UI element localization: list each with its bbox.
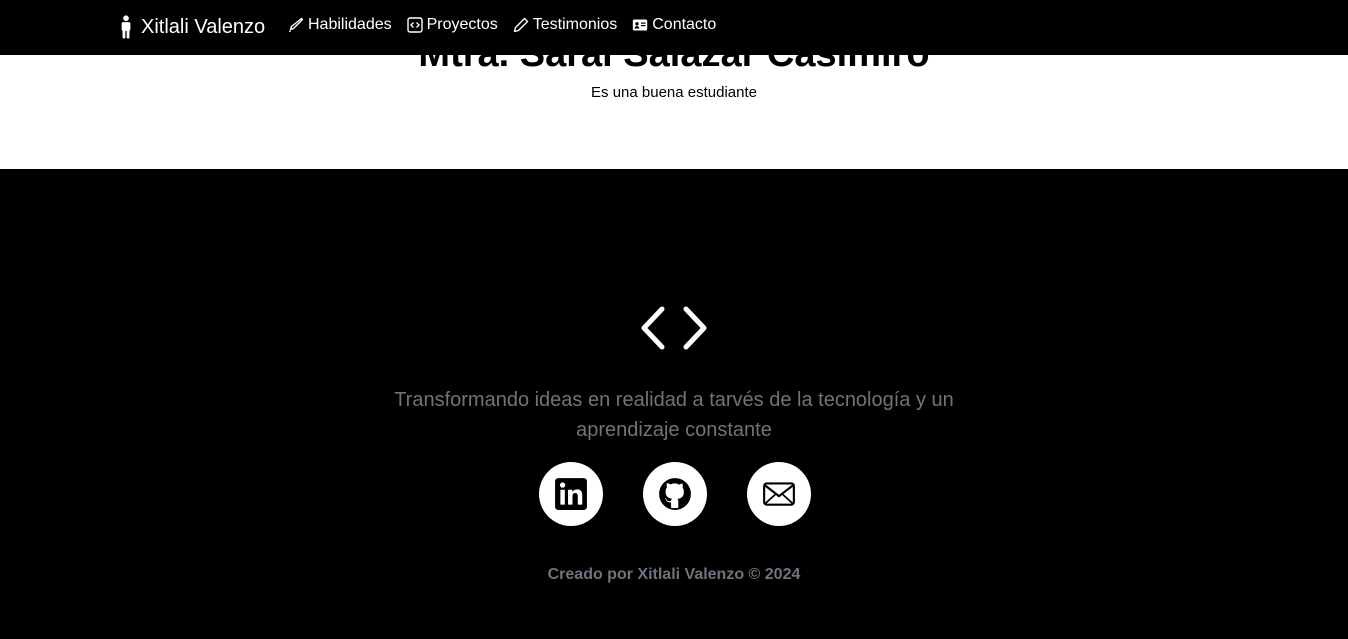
pencil-icon bbox=[513, 17, 528, 33]
linkedin-button[interactable] bbox=[539, 462, 603, 526]
testimonial-text: Es una buena estudiante bbox=[591, 84, 757, 101]
nav-links: Habilidades Proyectos Testimonios Contac… bbox=[288, 16, 716, 34]
testimonial-section: Mtra. Sarai Salazar Casimiro Es una buen… bbox=[0, 55, 1348, 169]
github-icon bbox=[659, 478, 691, 510]
footer: Transformando ideas en realidad a tarvés… bbox=[0, 169, 1348, 639]
navbar: Xitlali Valenzo Habilidades Proyectos Te… bbox=[0, 0, 1348, 55]
nav-link-proyectos[interactable]: Proyectos bbox=[406, 16, 498, 34]
person-standing-icon bbox=[121, 15, 131, 39]
person-vcard-icon bbox=[633, 19, 648, 31]
code-square-icon bbox=[406, 17, 423, 33]
nav-link-habilidades[interactable]: Habilidades bbox=[288, 16, 392, 34]
nav-link-label: Testimonios bbox=[532, 16, 618, 33]
nav-link-label: Habilidades bbox=[308, 16, 392, 33]
nav-link-label: Proyectos bbox=[426, 16, 498, 33]
nav-link-contacto[interactable]: Contacto bbox=[632, 16, 716, 34]
brand-name: Xitlali Valenzo bbox=[141, 15, 266, 38]
code-icon bbox=[641, 306, 707, 350]
email-button[interactable] bbox=[747, 462, 811, 526]
github-button[interactable] bbox=[643, 462, 707, 526]
testimonial-author: Mtra. Sarai Salazar Casimiro bbox=[0, 55, 1348, 76]
pen-icon bbox=[288, 17, 304, 33]
footer-credit: Creado por Xitlali Valenzo © 2024 bbox=[547, 566, 801, 583]
linkedin-icon bbox=[555, 478, 587, 510]
nav-link-label: Contacto bbox=[652, 16, 717, 33]
brand-link[interactable]: Xitlali Valenzo bbox=[117, 15, 265, 39]
envelope-icon bbox=[763, 482, 795, 506]
nav-link-testimonios[interactable]: Testimonios bbox=[513, 16, 617, 34]
social-links bbox=[539, 462, 811, 526]
footer-tagline: Transformando ideas en realidad a tarvés… bbox=[394, 389, 954, 441]
